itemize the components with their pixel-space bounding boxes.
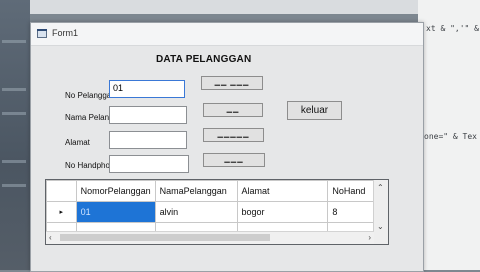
code-line: xt & ",'" & — [426, 24, 479, 33]
row-selector-icon[interactable]: ▸ — [46, 201, 77, 223]
customer-data-grid[interactable]: NomorPelanggan NamaPelanggan Alamat NoHa… — [45, 179, 389, 245]
button-1[interactable]: ▁▁ ▁▁▁ — [201, 76, 263, 90]
form-app-icon — [37, 29, 47, 38]
form-window: Form1 DATA PELANGGAN No Pelanggan Nama P… — [30, 22, 424, 272]
ide-panel-line — [2, 112, 26, 115]
label-no-handphone: No Handphone — [65, 161, 109, 170]
label-nama-pelanggan: Nama Pelanggan — [65, 113, 109, 122]
window-title: Form1 — [52, 28, 79, 38]
table-cell-alamat[interactable]: bogor — [236, 201, 329, 223]
no-pelanggan-input[interactable]: 01 — [109, 80, 185, 98]
ide-left-panel — [0, 0, 30, 270]
button-4[interactable]: ▁▁▁ — [203, 153, 265, 167]
column-header-alamat[interactable]: Alamat — [236, 180, 329, 202]
no-handphone-input[interactable] — [109, 155, 189, 173]
page-title: DATA PELANGGAN — [156, 54, 252, 65]
ide-panel-line — [2, 88, 26, 91]
grid-corner-header — [46, 180, 77, 202]
column-header-nomor-pelanggan[interactable]: NomorPelanggan — [75, 180, 156, 202]
code-line: one=" & Tex — [424, 132, 477, 141]
label-no-pelanggan: No Pelanggan — [65, 91, 109, 100]
nama-pelanggan-input[interactable] — [109, 106, 187, 124]
scroll-thumb[interactable] — [60, 234, 270, 241]
ide-panel-line — [2, 40, 26, 43]
column-header-nama-pelanggan[interactable]: NamaPelanggan — [154, 180, 238, 202]
table-cell-nama[interactable]: alvin — [154, 201, 238, 223]
grid-header-row: NomorPelanggan NamaPelanggan Alamat NoHa… — [46, 180, 388, 202]
alamat-input[interactable] — [109, 131, 187, 149]
ide-top-strip — [30, 0, 418, 14]
horizontal-scrollbar[interactable]: ‹ › — [46, 231, 374, 244]
chevron-left-icon[interactable]: ‹ — [49, 233, 52, 242]
ide-panel-line — [2, 160, 26, 163]
table-row[interactable]: ▸ 01 alvin bogor 8 — [46, 201, 388, 223]
ide-panel-line — [2, 184, 26, 187]
title-bar[interactable]: Form1 — [31, 23, 423, 46]
button-3[interactable]: ▁▁▁▁▁ — [203, 128, 264, 142]
button-2[interactable]: ▁▁ — [203, 103, 263, 117]
vertical-scrollbar[interactable]: ⌃ ⌄ — [373, 180, 388, 244]
chevron-down-icon[interactable]: ⌄ — [377, 222, 384, 231]
keluar-button[interactable]: keluar — [287, 101, 342, 120]
code-editor-background: xt & ",'" & one=" & Tex — [418, 0, 480, 270]
table-cell-nomor[interactable]: 01 — [75, 201, 156, 223]
chevron-up-icon[interactable]: ⌃ — [377, 183, 384, 192]
label-alamat: Alamat — [65, 138, 90, 147]
chevron-right-icon[interactable]: › — [368, 233, 371, 242]
